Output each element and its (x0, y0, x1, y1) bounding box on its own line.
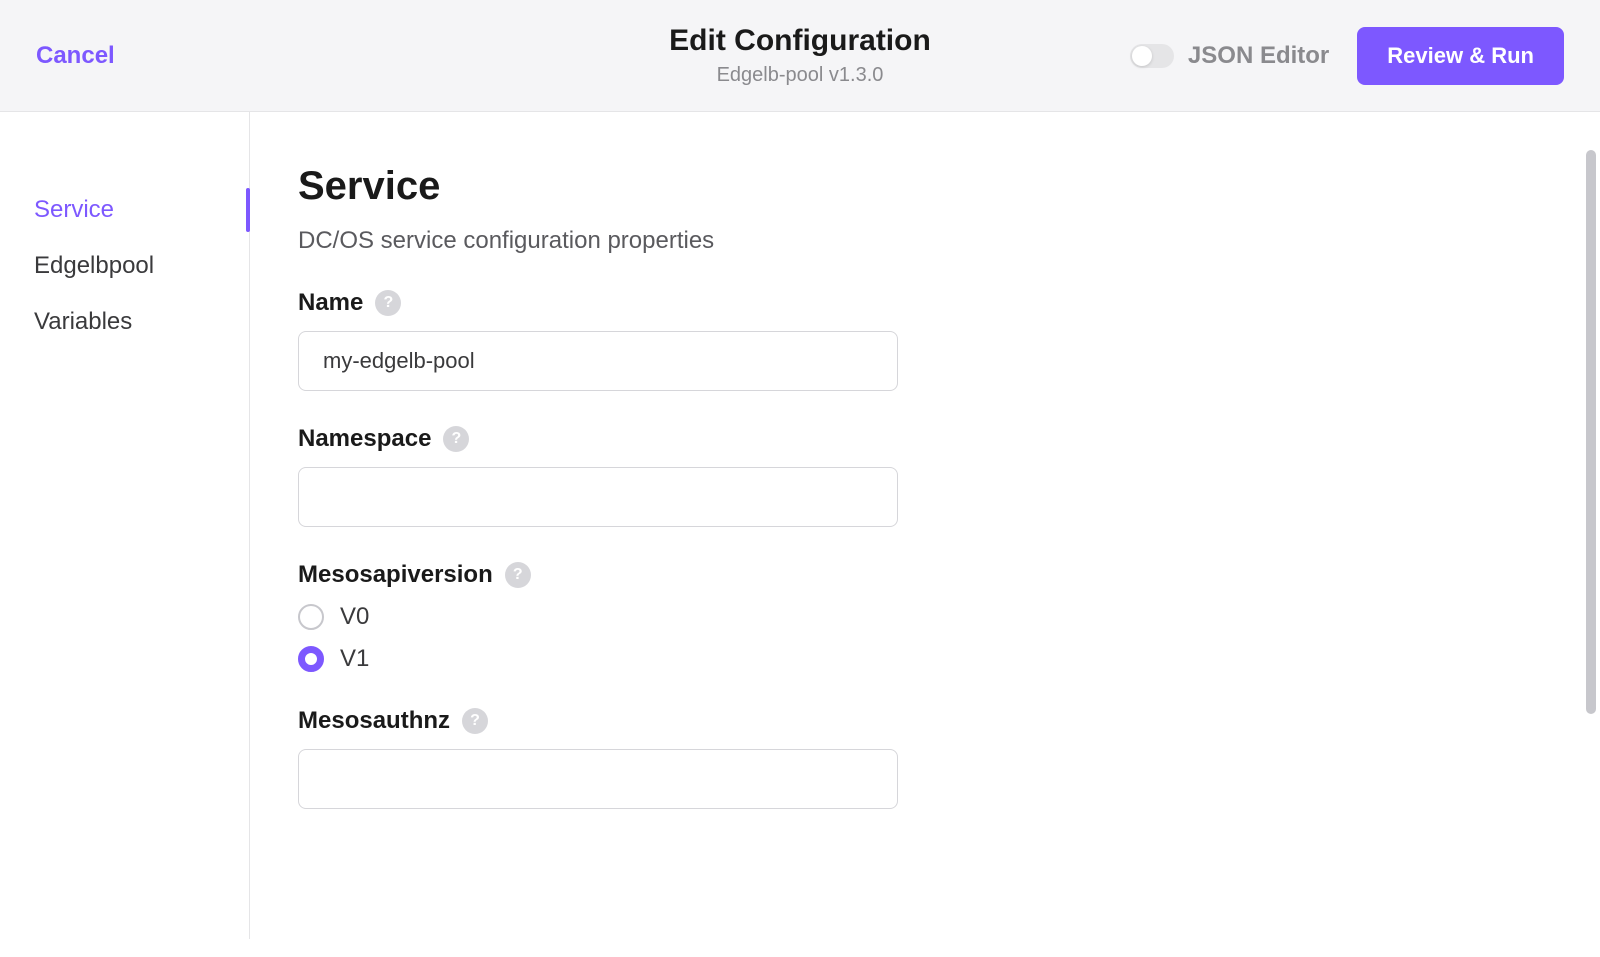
cancel-button[interactable]: Cancel (36, 42, 115, 69)
scrollbar-thumb[interactable] (1586, 150, 1596, 714)
form-label-row-mesosapiversion: Mesosapiversion ? (298, 561, 1190, 589)
question-mark-icon: ? (452, 430, 462, 448)
section-title: Service (298, 164, 1190, 209)
question-mark-icon: ? (470, 712, 480, 730)
form-group-mesosauthnz: Mesosauthnz ? (298, 707, 1190, 809)
help-icon[interactable]: ? (375, 290, 401, 316)
mesosauthnz-input[interactable] (298, 749, 898, 809)
main-content: Service DC/OS service configuration prop… (250, 112, 1250, 939)
page-subtitle: Edgelb-pool v1.3.0 (545, 64, 1054, 87)
radio-option-v1[interactable]: V1 (298, 645, 1190, 673)
toggle-knob-icon (1132, 46, 1152, 66)
sidebar-item-variables[interactable]: Variables (34, 294, 249, 350)
form-label-row-namespace: Namespace ? (298, 425, 1190, 453)
review-and-run-button[interactable]: Review & Run (1357, 27, 1564, 85)
json-editor-toggle-group: JSON Editor (1130, 42, 1329, 70)
radio-label-v0: V0 (340, 603, 369, 631)
radio-circle-selected-icon (298, 646, 324, 672)
body-wrap: Service Edgelbpool Variables Service DC/… (0, 112, 1600, 939)
section-description: DC/OS service configuration properties (298, 227, 1190, 255)
header-bar: Cancel Edit Configuration Edgelb-pool v1… (0, 0, 1600, 112)
page-title: Edit Configuration (545, 24, 1054, 58)
sidebar-item-service[interactable]: Service (34, 182, 249, 238)
question-mark-icon: ? (513, 566, 523, 584)
label-mesosapiversion: Mesosapiversion (298, 561, 493, 589)
sidebar-item-edgelbpool[interactable]: Edgelbpool (34, 238, 249, 294)
question-mark-icon: ? (383, 294, 393, 312)
form-group-mesosapiversion: Mesosapiversion ? V0 V1 (298, 561, 1190, 673)
radio-option-v0[interactable]: V0 (298, 603, 1190, 631)
sidebar: Service Edgelbpool Variables (0, 112, 250, 939)
json-editor-toggle-label: JSON Editor (1188, 42, 1329, 70)
radio-circle-icon (298, 604, 324, 630)
form-label-row-mesosauthnz: Mesosauthnz ? (298, 707, 1190, 735)
label-namespace: Namespace (298, 425, 431, 453)
help-icon[interactable]: ? (443, 426, 469, 452)
form-group-namespace: Namespace ? (298, 425, 1190, 527)
scrollbar-track[interactable] (1584, 150, 1598, 955)
help-icon[interactable]: ? (505, 562, 531, 588)
form-group-name: Name ? (298, 289, 1190, 391)
help-icon[interactable]: ? (462, 708, 488, 734)
header-right: JSON Editor Review & Run (1055, 27, 1564, 85)
json-editor-toggle[interactable] (1130, 44, 1174, 68)
header-left: Cancel (36, 42, 545, 70)
radio-label-v1: V1 (340, 645, 369, 673)
form-label-row-name: Name ? (298, 289, 1190, 317)
name-input[interactable] (298, 331, 898, 391)
header-center: Edit Configuration Edgelb-pool v1.3.0 (545, 24, 1054, 87)
mesosapiversion-radio-group: V0 V1 (298, 603, 1190, 673)
namespace-input[interactable] (298, 467, 898, 527)
label-mesosauthnz: Mesosauthnz (298, 707, 450, 735)
label-name: Name (298, 289, 363, 317)
